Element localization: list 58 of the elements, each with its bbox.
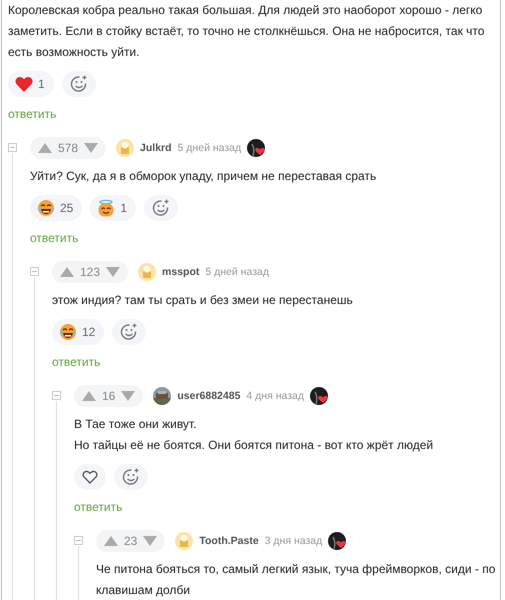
laughing-face-icon [59, 323, 77, 341]
comment-text: Королевская кобра реально такая большая. Для людей это наоборот хорошо - легко заметить. Если в стойку встаёт, то точно не столкнёшься. Она не набросится, так что есть возможность уйти. [8, 2, 486, 61]
reaction-button[interactable]: 1 [90, 195, 136, 221]
upvote-button[interactable] [82, 391, 96, 401]
reaction-button[interactable]: 25 [30, 195, 82, 221]
laughing-face-icon [37, 199, 55, 217]
upvote-button[interactable] [60, 267, 74, 277]
reaction-button[interactable]: 12 [52, 319, 104, 345]
author-name[interactable]: Tooth.Paste [199, 535, 259, 547]
comment-text: этож индия? там ты срать и без змеи не перестанешь [52, 292, 354, 309]
up-arrow-icon [60, 267, 74, 277]
add-emoji-icon [122, 468, 140, 486]
like-button[interactable] [74, 464, 106, 490]
downvote-button[interactable] [143, 536, 158, 546]
reply-link[interactable]: ответить [30, 231, 78, 245]
reply-link[interactable]: ответить [52, 355, 100, 369]
upvote-button[interactable] [104, 536, 118, 546]
comment-text: В Тае тоже они живут. [74, 416, 198, 433]
comment-time: 5 дней назад [205, 266, 269, 278]
author-name[interactable]: msspot [162, 266, 200, 278]
downvote-button[interactable] [121, 391, 136, 401]
comment-time: 4 дня назад [246, 390, 304, 402]
up-arrow-icon [104, 536, 118, 546]
reply-link[interactable]: ответить [74, 500, 122, 514]
comment-text: Че питона бояться то, самый легкий язык, туча фреймворков, сиди - по клавишам долби [96, 561, 496, 599]
comment-text: Уйти? Сук, да я в обморок упаду, причем не переставая срать [30, 168, 378, 185]
down-arrow-icon [143, 536, 158, 546]
rating-count: 16 [102, 389, 116, 403]
add-reaction-button[interactable] [144, 195, 178, 221]
down-arrow-icon [84, 143, 98, 153]
rating-count: 23 [124, 534, 138, 548]
downvote-button[interactable] [84, 143, 98, 153]
collapse-button[interactable] [52, 391, 61, 400]
down-arrow-icon [121, 391, 136, 401]
smiling-face-icon [97, 199, 116, 217]
up-arrow-icon [38, 143, 52, 153]
add-reaction-button[interactable] [114, 464, 148, 490]
downvote-button[interactable] [106, 267, 120, 277]
collapse-button[interactable] [8, 143, 17, 152]
add-reaction-button[interactable] [62, 71, 96, 97]
collapse-button[interactable] [74, 536, 83, 545]
add-emoji-icon [120, 323, 138, 341]
comment-time: 5 дней назад [178, 142, 242, 154]
comment-text: Но тайцы её не боятся. Они боятся питона - вот кто жрёт людей [74, 437, 434, 454]
upvote-button[interactable] [38, 143, 52, 153]
comment-time: 3 дня назад [264, 535, 322, 547]
collapse-button[interactable] [30, 267, 39, 276]
add-emoji-icon [152, 199, 170, 217]
add-emoji-icon [70, 75, 88, 93]
rating-count: 123 [80, 265, 100, 279]
like-button[interactable]: 1 [8, 71, 54, 97]
up-arrow-icon [82, 391, 96, 401]
add-reaction-button[interactable] [112, 319, 146, 345]
rating-count: 578 [58, 141, 78, 155]
author-name[interactable]: user6882485 [177, 390, 240, 402]
reply-link[interactable]: ответить [8, 107, 56, 121]
down-arrow-icon [106, 267, 120, 277]
author-name[interactable]: Julkrd [140, 142, 172, 154]
